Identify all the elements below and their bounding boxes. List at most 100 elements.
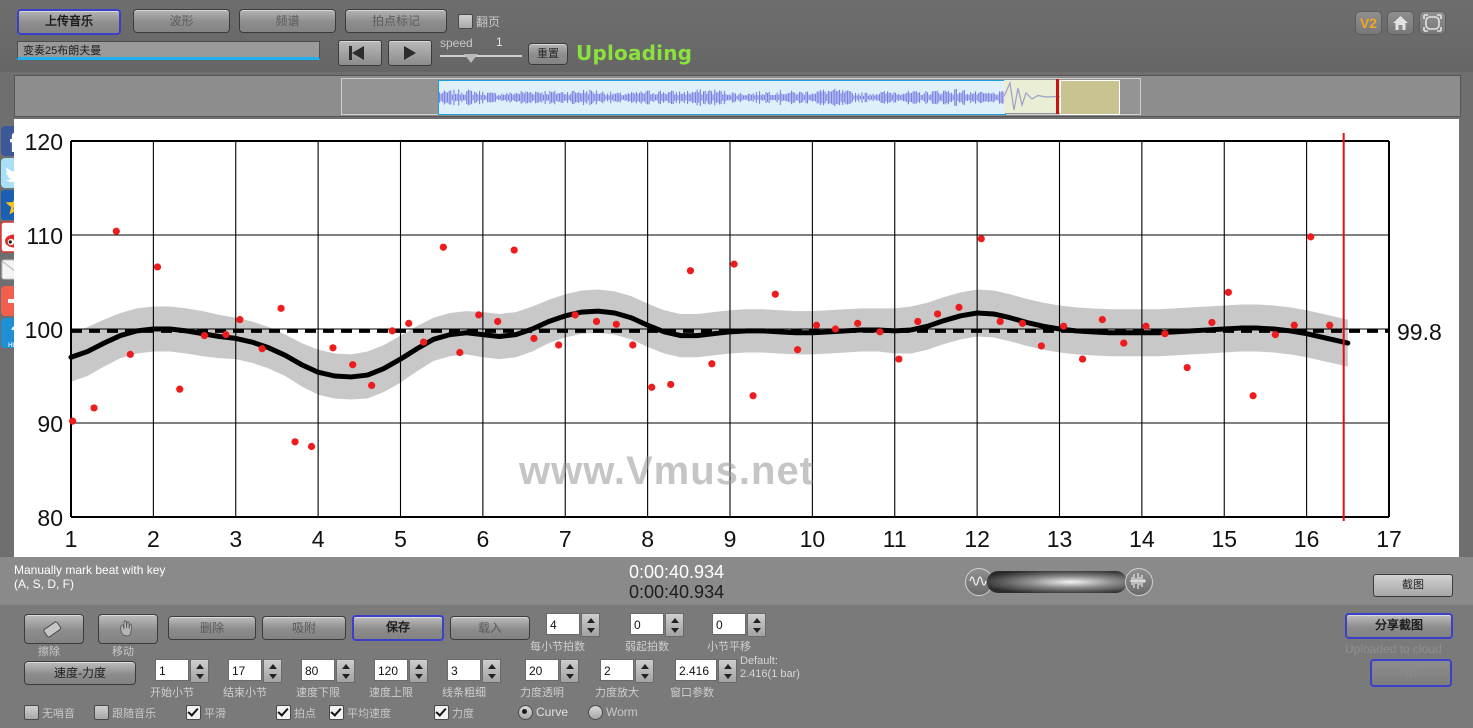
tab-waveform[interactable]: 波形 xyxy=(133,9,230,33)
beats-checkbox[interactable] xyxy=(276,705,291,720)
save-button[interactable]: 保存 xyxy=(352,615,444,641)
bar-shift-value[interactable]: 0 xyxy=(712,613,746,635)
bar-shift-arrows[interactable] xyxy=(747,613,766,637)
beats-label: 拍点 xyxy=(294,705,316,721)
beat-point xyxy=(1326,322,1333,329)
manual-hint-line1: Manually mark beat with key xyxy=(14,563,165,577)
delete-button[interactable]: 删除 xyxy=(168,616,256,640)
worm-radio[interactable] xyxy=(588,705,603,720)
waveform-right-icon[interactable] xyxy=(1125,568,1153,596)
bar-shift-spinner[interactable]: 0 xyxy=(712,613,766,637)
x-tick-label: 5 xyxy=(394,526,407,552)
curve-radio[interactable] xyxy=(518,705,533,720)
move-tool-button[interactable] xyxy=(98,614,158,644)
beat-point xyxy=(613,321,620,328)
control-panel: 擦除 移动 删除 吸附 保存 载入 4 每小节拍数 0 弱起拍数 0 小节平移 … xyxy=(0,605,1473,728)
tempo-max-label: 速度上限 xyxy=(369,684,413,700)
dynamics-scale-value[interactable]: 2 xyxy=(600,659,634,681)
beat-point xyxy=(349,361,356,368)
tab-spectrum[interactable]: 频谱 xyxy=(239,9,336,33)
tab-upload-music[interactable]: 上传音乐 xyxy=(17,9,121,35)
dynamics-opacity-arrows[interactable] xyxy=(560,659,579,683)
pickup-beats-value[interactable]: 0 xyxy=(630,613,664,635)
beats-per-bar-spinner[interactable]: 4 xyxy=(546,613,600,637)
beat-point xyxy=(708,360,715,367)
load-button[interactable]: 载入 xyxy=(450,616,530,640)
beat-point xyxy=(749,392,756,399)
x-tick-label: 4 xyxy=(312,526,325,552)
reset-button[interactable]: 重置 xyxy=(528,43,568,65)
waveform-region-box[interactable] xyxy=(1060,80,1120,115)
beat-point xyxy=(1060,323,1067,330)
pickup-beats-spinner[interactable]: 0 xyxy=(630,613,684,637)
tone-slider[interactable] xyxy=(965,568,1150,596)
tempo-max-spinner[interactable]: 120 xyxy=(374,659,428,683)
watermark: www.Vmus.net xyxy=(519,449,814,494)
tempo-min-arrows[interactable] xyxy=(336,659,355,683)
beats-per-bar-value[interactable]: 4 xyxy=(546,613,580,635)
average-tempo-checkbox[interactable] xyxy=(329,705,344,720)
speed-thumb[interactable] xyxy=(464,54,478,63)
pickup-beats-arrows[interactable] xyxy=(665,613,684,637)
tempo-min-value[interactable]: 80 xyxy=(301,659,335,681)
cloud-id-button[interactable]: ID xyxy=(1370,659,1452,687)
erase-tool-button[interactable] xyxy=(24,614,84,644)
fullscreen-icon[interactable] xyxy=(1419,11,1446,35)
follow-music-checkbox[interactable] xyxy=(94,705,109,720)
dynamics-checkbox[interactable] xyxy=(434,705,449,720)
rewind-button[interactable] xyxy=(338,40,382,66)
tempo-max-value[interactable]: 120 xyxy=(374,659,408,681)
start-bar-spinner[interactable]: 1 xyxy=(155,659,209,683)
tab-beat-marker[interactable]: 拍点标记 xyxy=(345,9,447,33)
beat-point xyxy=(914,318,921,325)
track-name-input[interactable]: 变奏25布朗夫曼 xyxy=(17,41,320,60)
end-bar-spinner[interactable]: 17 xyxy=(228,659,282,683)
window-param-value[interactable]: 2.416 xyxy=(675,659,717,681)
beat-point xyxy=(687,267,694,274)
waveform-selection[interactable] xyxy=(438,80,1006,115)
pageturn-checkbox[interactable] xyxy=(458,14,473,29)
x-tick-label: 15 xyxy=(1211,526,1237,552)
beat-point xyxy=(368,382,375,389)
end-bar-value[interactable]: 17 xyxy=(228,659,262,681)
waveform-tail xyxy=(1004,80,1060,113)
home-icon[interactable] xyxy=(1387,11,1414,35)
share-screenshot-button[interactable]: 分享截图 xyxy=(1345,613,1453,639)
window-param-arrows[interactable] xyxy=(718,659,737,683)
play-button[interactable] xyxy=(388,40,432,66)
beat-point xyxy=(176,386,183,393)
no-whistle-checkbox[interactable] xyxy=(24,705,39,720)
waveform-overview[interactable] xyxy=(14,75,1461,117)
screenshot-button[interactable]: 截图 xyxy=(1373,574,1453,597)
dynamics-opacity-spinner[interactable]: 20 xyxy=(525,659,579,683)
start-bar-value[interactable]: 1 xyxy=(155,659,189,681)
end-bar-arrows[interactable] xyxy=(263,659,282,683)
beat-point xyxy=(291,438,298,445)
line-thickness-spinner[interactable]: 3 xyxy=(447,659,501,683)
start-bar-arrows[interactable] xyxy=(190,659,209,683)
dynamics-scale-spinner[interactable]: 2 xyxy=(600,659,654,683)
beats-per-bar-arrows[interactable] xyxy=(581,613,600,637)
waveform-window[interactable] xyxy=(341,78,1141,115)
line-thickness-value[interactable]: 3 xyxy=(447,659,481,681)
snap-button[interactable]: 吸附 xyxy=(262,616,346,640)
tempo-dynamics-button[interactable]: 速度-力度 xyxy=(24,661,136,685)
beat-point xyxy=(895,355,902,362)
smooth-checkbox[interactable] xyxy=(186,705,201,720)
dynamics-scale-arrows[interactable] xyxy=(635,659,654,683)
rewind-triangle-icon xyxy=(352,46,364,60)
line-thickness-arrows[interactable] xyxy=(482,659,501,683)
x-tick-label: 17 xyxy=(1376,526,1402,552)
window-param-spinner[interactable]: 2.416 xyxy=(675,659,737,683)
v2-badge-icon[interactable]: V2 xyxy=(1355,11,1382,35)
dynamics-label: 力度 xyxy=(452,705,474,721)
tone-track[interactable] xyxy=(987,571,1127,593)
speed-slider[interactable]: speed 1 xyxy=(440,36,522,66)
waveform-playhead[interactable] xyxy=(1056,79,1059,114)
tempo-chart[interactable]: 8090100110120123456789101112131415161799… xyxy=(14,119,1459,557)
tempo-max-arrows[interactable] xyxy=(409,659,428,683)
beat-point xyxy=(1291,322,1298,329)
tempo-min-spinner[interactable]: 80 xyxy=(301,659,355,683)
speed-label: speed xyxy=(440,36,473,50)
dynamics-opacity-value[interactable]: 20 xyxy=(525,659,559,681)
